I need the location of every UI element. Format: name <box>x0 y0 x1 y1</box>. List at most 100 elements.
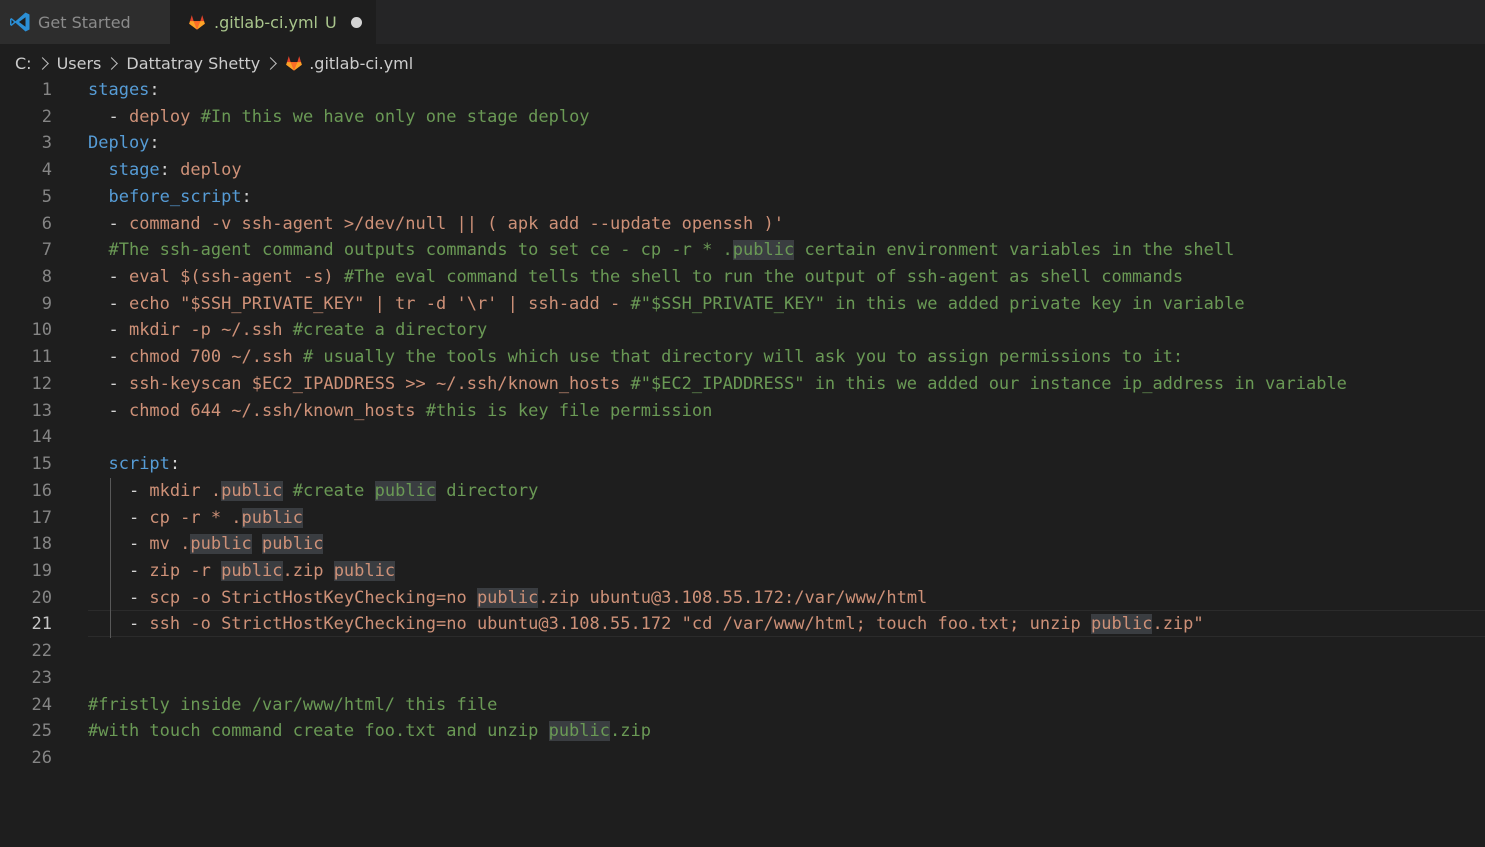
line-number: 9 <box>41 293 52 314</box>
code-line[interactable]: - cp -r * .public <box>88 505 1483 532</box>
code-token: command -v ssh-agent >/dev/null || ( apk… <box>128 213 784 234</box>
editor-tab-bar: Get Started .gitlab-ci.yml U <box>0 0 1485 44</box>
code-line[interactable]: - scp -o StrictHostKeyChecking=no public… <box>88 585 1483 612</box>
search-match-highlight: public <box>374 480 437 501</box>
code-line[interactable]: - chmod 700 ~/.ssh # usually the tools w… <box>88 344 1483 371</box>
code-token: - <box>88 507 150 528</box>
code-token: cp -r * . <box>149 507 242 528</box>
code-line[interactable]: #The ssh-agent command outputs commands … <box>88 237 1483 264</box>
code-line[interactable] <box>88 638 1483 665</box>
code-token: #create a directory <box>282 320 488 341</box>
line-number: 24 <box>31 694 52 715</box>
code-line[interactable]: - chmod 644 ~/.ssh/known_hosts #this is … <box>88 398 1483 425</box>
search-match-highlight: public <box>262 534 324 555</box>
breadcrumb-users[interactable]: Users <box>57 54 102 73</box>
code-token: : <box>149 80 160 100</box>
tab-gitlab-ci[interactable]: .gitlab-ci.yml U <box>170 0 376 44</box>
code-token: #create <box>282 480 375 501</box>
code-line[interactable]: - ssh -o StrictHostKeyChecking=no ubuntu… <box>88 611 1483 638</box>
code-line[interactable] <box>88 424 1483 451</box>
code-text-area[interactable]: stages: - deploy #In this we have only o… <box>88 77 1483 772</box>
code-token: - <box>88 347 129 368</box>
code-line[interactable]: - echo "$SSH_PRIVATE_KEY" | tr -d '\r' |… <box>88 291 1483 318</box>
line-number: 11 <box>31 347 52 368</box>
code-token: - <box>88 213 129 234</box>
line-number: 23 <box>31 667 52 688</box>
vscode-window: Get Started .gitlab-ci.yml U C: Users Da… <box>0 0 1485 847</box>
code-token: - <box>88 400 129 421</box>
line-number-gutter[interactable]: 1 2 3 4 5 6 7 8 9 10 11 12 13 14 15 16 17 18 19 20 21 22 23 24 2… <box>0 77 70 772</box>
breadcrumb-file-label: .gitlab-ci.yml <box>309 53 414 73</box>
code-line[interactable]: - eval $(ssh-agent -s) #The eval command… <box>88 264 1483 291</box>
code-token: chmod 644 ~/.ssh/known_hosts <box>128 400 416 421</box>
tab-get-started[interactable]: Get Started <box>0 0 170 44</box>
code-token: - <box>88 480 150 501</box>
unsaved-changes-dot-icon[interactable] <box>350 16 362 28</box>
search-match-highlight: public <box>221 480 283 501</box>
code-line[interactable]: #fristly inside /var/www/html/ this file <box>88 692 1483 719</box>
line-number: 21 <box>31 614 52 635</box>
chevron-right-icon <box>35 56 49 70</box>
line-number: 16 <box>31 480 52 501</box>
line-number: 14 <box>31 427 52 448</box>
code-token: deploy <box>180 160 242 181</box>
line-number: 8 <box>41 267 52 288</box>
code-token: #The ssh-agent command outputs commands … <box>88 240 733 261</box>
code-line[interactable]: - mkdir .public #create public directory <box>88 478 1483 505</box>
line-number: 25 <box>31 721 52 742</box>
code-line[interactable]: - zip -r public.zip public <box>88 558 1483 585</box>
code-line[interactable]: script: <box>88 451 1483 478</box>
search-match-highlight: public <box>732 240 795 261</box>
code-token: mv . <box>149 534 191 555</box>
line-number: 19 <box>31 560 52 581</box>
search-match-highlight: public <box>476 587 539 608</box>
line-number: 10 <box>31 320 52 341</box>
code-line[interactable]: - mkdir -p ~/.ssh #create a directory <box>88 317 1483 344</box>
line-number: 26 <box>31 747 52 768</box>
code-token: #"$EC2_IPADDRESS" in this we added our i… <box>620 373 1347 394</box>
code-token: : <box>241 186 252 207</box>
breadcrumb-user-folder[interactable]: Dattatray Shetty <box>126 54 260 73</box>
code-line[interactable]: Deploy: <box>88 130 1483 157</box>
code-token: : <box>169 454 181 475</box>
breadcrumb-file[interactable]: .gitlab-ci.yml <box>285 54 413 73</box>
code-token: #The eval command tells the shell to run… <box>333 267 1184 288</box>
code-line[interactable]: stage: deploy <box>88 157 1483 184</box>
code-line[interactable]: stages: <box>88 77 1483 104</box>
code-token: echo "$SSH_PRIVATE_KEY" | tr -d '\r' | s… <box>128 293 621 314</box>
code-token: directory <box>436 480 539 501</box>
tab-label: Get Started <box>38 12 131 32</box>
code-token: - <box>88 614 150 635</box>
code-token: .zip ubuntu@3.108.55.172:/var/www/html <box>538 587 928 608</box>
code-token: .zip" <box>1152 614 1204 635</box>
code-token: - <box>88 587 150 608</box>
code-token: .zip <box>282 560 334 581</box>
chevron-right-icon <box>105 56 119 70</box>
code-line[interactable]: - deploy #In this we have only one stage… <box>88 104 1483 131</box>
code-line[interactable] <box>88 745 1483 772</box>
line-number: 20 <box>31 587 52 608</box>
code-token: mkdir -p ~/.ssh <box>128 320 283 341</box>
code-editor[interactable]: 1 2 3 4 5 6 7 8 9 10 11 12 13 14 15 16 17 18 19 20 21 22 23 24 2… <box>0 77 1485 847</box>
code-token: - <box>88 560 150 581</box>
line-number: 17 <box>31 507 52 528</box>
code-line[interactable]: - command -v ssh-agent >/dev/null || ( a… <box>88 211 1483 238</box>
code-line[interactable]: - ssh-keyscan $EC2_IPADDRESS >> ~/.ssh/k… <box>88 371 1483 398</box>
code-token: .zip <box>610 721 651 742</box>
code-token: stages <box>88 80 150 100</box>
code-token: eval $(ssh-agent -s) <box>128 267 334 288</box>
breadcrumb-drive[interactable]: C: <box>15 54 32 73</box>
code-token: Deploy <box>88 133 150 154</box>
search-match-highlight: public <box>1091 614 1153 635</box>
line-number: 5 <box>41 186 52 207</box>
code-line[interactable]: - mv .public public <box>88 531 1483 558</box>
code-line[interactable] <box>88 665 1483 692</box>
code-token: #In this we have only one stage deploy <box>190 106 590 127</box>
vscode-icon <box>10 12 30 32</box>
code-token: ssh -o StrictHostKeyChecking=no ubuntu@3… <box>149 614 1092 635</box>
code-line[interactable]: before_script: <box>88 184 1483 211</box>
code-line[interactable]: #with touch command create foo.txt and u… <box>88 718 1483 745</box>
